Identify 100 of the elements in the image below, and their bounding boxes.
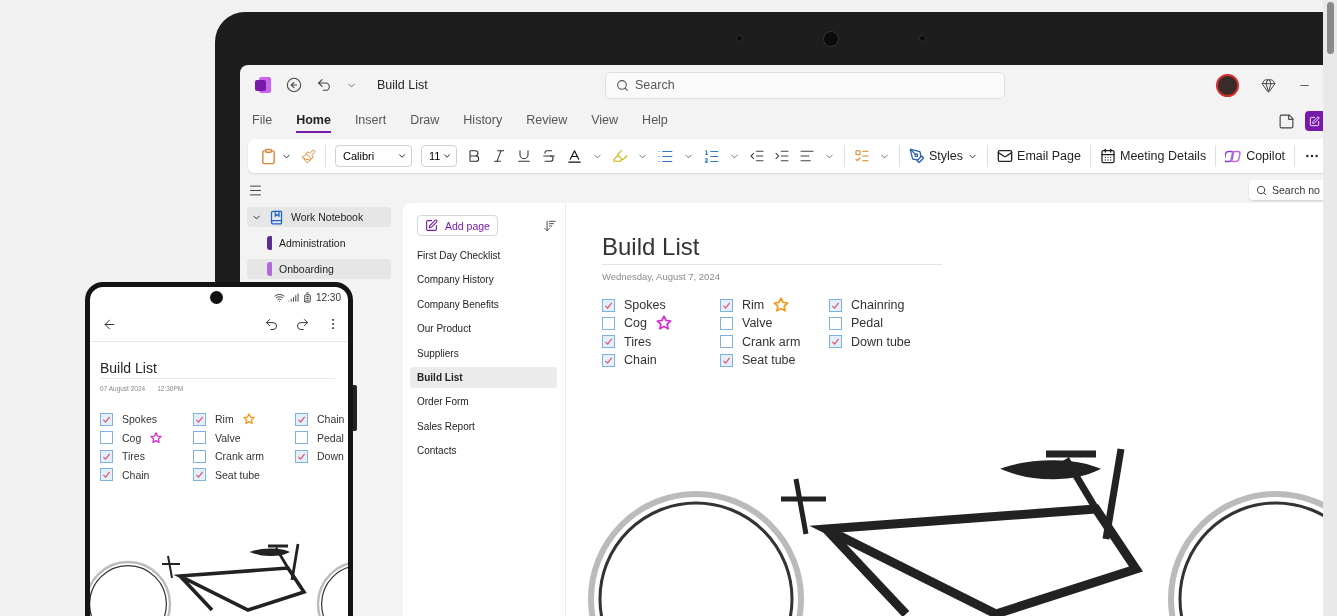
highlighter-icon[interactable] — [612, 148, 628, 164]
checkbox[interactable] — [602, 353, 615, 367]
checkbox[interactable] — [100, 468, 113, 482]
checkbox[interactable] — [720, 316, 733, 330]
checkbox[interactable] — [829, 316, 842, 330]
ribbon-tab[interactable]: Review — [526, 109, 568, 133]
redo-icon[interactable] — [295, 316, 310, 332]
numbered-list-icon[interactable] — [703, 147, 720, 165]
checklist-item: Chain — [624, 353, 657, 368]
checkbox[interactable] — [720, 335, 733, 349]
calendar-icon — [1100, 148, 1116, 164]
scrollbar[interactable] — [1323, 0, 1337, 616]
mail-icon — [997, 148, 1014, 164]
underline-icon[interactable] — [516, 148, 532, 164]
checklist-item: Cog — [624, 316, 647, 331]
edit-icon — [1308, 115, 1320, 127]
page-item[interactable]: Suppliers — [410, 342, 557, 364]
signal-icon — [287, 291, 299, 303]
checkbox[interactable] — [720, 353, 733, 367]
notebook-item[interactable]: Work Notebook — [247, 207, 391, 227]
undo-icon[interactable] — [264, 316, 279, 332]
checklist-item: Down — [317, 450, 344, 463]
align-left-icon[interactable] — [799, 148, 815, 164]
checklist-item: Tires — [624, 334, 652, 349]
sensor-dot — [736, 35, 743, 42]
section-name: Onboarding — [279, 263, 334, 275]
checkbox[interactable] — [602, 335, 615, 349]
edit-button[interactable] — [1305, 111, 1323, 131]
font-color-icon[interactable] — [566, 147, 583, 165]
checklist-item: Seat tube — [215, 468, 260, 481]
app-logo-icon — [254, 76, 272, 94]
add-page-button[interactable]: Add page — [417, 215, 498, 236]
checklist-item: Chain — [317, 413, 345, 426]
back-icon[interactable] — [286, 77, 302, 93]
sort-icon[interactable] — [543, 218, 557, 233]
ribbon-tab[interactable]: File — [252, 109, 273, 133]
ribbon-tab[interactable]: Help — [642, 109, 668, 133]
ribbon-tab[interactable]: View — [591, 109, 619, 133]
checkbox[interactable] — [193, 468, 206, 482]
clipboard-icon — [260, 147, 277, 165]
diamond-icon[interactable] — [1261, 77, 1276, 93]
page-title: Build List — [100, 360, 335, 379]
checklist-item: Spokes — [624, 298, 666, 313]
checkbox[interactable] — [602, 298, 615, 312]
indent-icon[interactable] — [774, 148, 790, 164]
checkbox[interactable] — [295, 449, 308, 463]
search-field[interactable]: Search — [605, 71, 1005, 99]
ribbon-action-button[interactable]: Email Page — [997, 148, 1081, 164]
page-item[interactable]: Company Benefits — [410, 293, 557, 315]
page-item[interactable]: Company History — [410, 269, 557, 291]
page-item[interactable]: Our Product — [410, 318, 557, 340]
checkbox[interactable] — [720, 298, 733, 312]
checkbox[interactable] — [100, 449, 113, 463]
ribbon-action-button[interactable]: Meeting Details — [1100, 148, 1207, 164]
checklist-item: Down tube — [851, 334, 911, 349]
outdent-icon[interactable] — [749, 148, 765, 164]
ribbon-tab[interactable]: Draw — [410, 109, 440, 133]
checkbox[interactable] — [829, 298, 842, 312]
section-item[interactable]: Administration — [247, 233, 391, 253]
checklist-item: Seat tube — [742, 353, 796, 368]
page-item[interactable]: Build List — [410, 366, 557, 388]
italic-icon[interactable] — [491, 148, 507, 164]
page-item[interactable]: Sales Report — [410, 415, 557, 437]
check-icon — [831, 300, 840, 310]
page-item[interactable]: Order Form — [410, 391, 557, 413]
ribbon-action-button[interactable]: Copilot — [1225, 147, 1286, 165]
check-icon — [102, 414, 111, 424]
checkbox[interactable] — [100, 431, 113, 445]
checkbox[interactable] — [295, 431, 308, 445]
back-icon[interactable] — [102, 316, 117, 332]
checkbox[interactable] — [193, 431, 206, 445]
checkbox[interactable] — [100, 412, 113, 426]
ribbon-tab[interactable]: Home — [296, 109, 331, 133]
checklist-item: Rim — [742, 298, 765, 313]
paste-button[interactable] — [260, 147, 292, 165]
checkbox[interactable] — [295, 412, 308, 426]
checkbox[interactable] — [193, 449, 206, 463]
format-painter-icon[interactable] — [301, 148, 316, 164]
search-field[interactable]: Search no — [1249, 180, 1323, 200]
avatar[interactable] — [1216, 73, 1239, 97]
size-dropdown[interactable]: 11 — [421, 145, 457, 167]
section-item[interactable]: Onboarding — [247, 259, 391, 279]
font-dropdown[interactable]: Calibri — [335, 145, 412, 167]
bold-icon[interactable] — [466, 148, 482, 164]
checklist-item: Pedal — [317, 431, 344, 444]
checkbox[interactable] — [829, 335, 842, 349]
undo-icon[interactable] — [316, 77, 332, 93]
checkbox[interactable] — [193, 412, 206, 426]
checklist-item: Crank arm — [742, 334, 801, 349]
sticky-note-icon[interactable] — [1278, 112, 1295, 130]
ribbon-tab[interactable]: Insert — [354, 109, 387, 133]
page-item[interactable]: First Day Checklist — [410, 245, 557, 266]
checkbox[interactable] — [602, 316, 615, 330]
checklist-item: Valve — [742, 316, 773, 331]
styles-button[interactable]: Styles — [909, 148, 979, 164]
strikethrough-icon[interactable] — [541, 148, 557, 164]
page-item[interactable]: Contacts — [410, 440, 557, 462]
ribbon-tab[interactable]: History — [463, 109, 503, 133]
menu-icon[interactable] — [248, 182, 263, 198]
page-date: Wednesday, August 7, 2024 — [602, 271, 721, 282]
